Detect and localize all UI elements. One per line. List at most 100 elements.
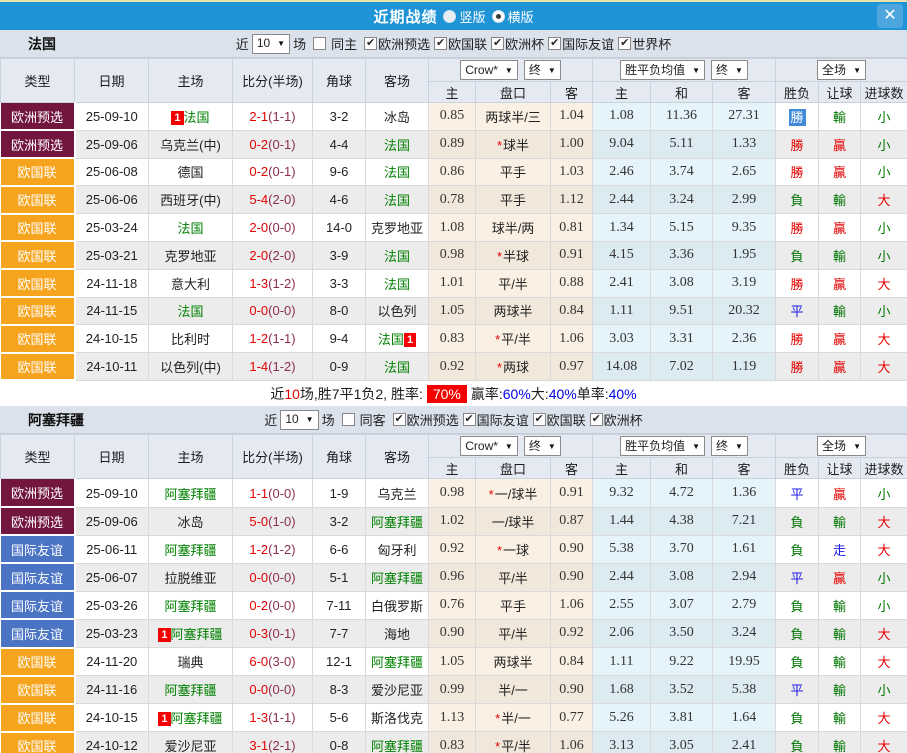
league-filter-item[interactable]: ✔世界杯	[614, 34, 671, 53]
same-side-checkbox[interactable]	[313, 37, 326, 50]
cell-odds-away: 1.00	[551, 130, 593, 158]
league-filter-checkbox[interactable]: ✔	[463, 413, 476, 426]
layout-radio-horizontal[interactable]: 横版	[488, 7, 534, 26]
near-count-select[interactable]: 10 ▼	[252, 34, 290, 54]
cell-handicap-result: 輸	[819, 241, 861, 269]
radio-selected-icon[interactable]	[492, 10, 505, 23]
company-select[interactable]: Crow*▼	[460, 436, 518, 456]
red-number-badge: 1	[158, 712, 170, 726]
cell-corners: 9-4	[313, 325, 366, 353]
scope-select[interactable]: 全场▼	[817, 60, 866, 80]
avg-final-select[interactable]: 终▼	[711, 436, 748, 456]
cell-goals-result: 大	[861, 619, 907, 647]
radio-horizontal-label[interactable]: 横版	[508, 7, 534, 26]
team-label: 阿塞拜疆	[371, 571, 423, 586]
radio-icon[interactable]	[443, 10, 456, 23]
team-label: 爱沙尼亚	[371, 683, 423, 698]
league-filter-item[interactable]: ✔欧洲预选	[389, 410, 459, 429]
league-filter-checkbox[interactable]: ✔	[618, 37, 631, 50]
sub-column-header: 和	[651, 82, 713, 103]
sub-column-header: 主	[429, 458, 476, 479]
avg-select[interactable]: 胜平负均值▼	[620, 436, 705, 456]
match-row: 国际友谊25-06-07拉脱维亚0-0(0-0)5-1阿塞拜疆0.96平/半0.…	[1, 563, 907, 591]
match-row: 国际友谊25-03-231阿塞拜疆0-3(0-1)7-7海地0.90平/半0.9…	[1, 619, 907, 647]
league-badge: 欧洲预选	[1, 479, 75, 507]
avg-final-select[interactable]: 终▼	[711, 60, 748, 80]
cell-handicap-result: 輸	[819, 732, 861, 753]
cell-score: 1-1(0-0)	[233, 479, 313, 507]
team-label: 阿塞拜疆	[371, 515, 423, 530]
team-label: 乌克兰(中)	[160, 138, 221, 153]
cell-away-team: 法国	[366, 186, 429, 214]
layout-radio-vertical[interactable]: 竖版	[439, 7, 485, 26]
near-count-value: 10	[285, 411, 298, 428]
cell-score: 3-1(2-1)	[233, 732, 313, 753]
league-filters: ✔欧洲预选✔国际友谊✔欧国联✔欧洲杯	[389, 410, 643, 429]
cell-score: 5-4(2-0)	[233, 186, 313, 214]
league-badge: 欧国联	[1, 353, 75, 381]
cell-handicap-result: 輸	[819, 619, 861, 647]
match-row: 欧国联24-10-11以色列(中)1-4(1-2)0-9法国0.92*两球0.9…	[1, 353, 907, 381]
cell-odds-away: 1.06	[551, 325, 593, 353]
cell-corners: 1-9	[313, 479, 366, 507]
near-count-select[interactable]: 10 ▼	[280, 410, 318, 430]
radio-vertical-label[interactable]: 竖版	[459, 7, 485, 26]
avg-select[interactable]: 胜平负均值▼	[620, 60, 705, 80]
cell-avg-draw: 3.70	[651, 535, 713, 563]
league-filter-checkbox[interactable]: ✔	[548, 37, 561, 50]
sub-column-header: 客	[713, 82, 776, 103]
recent-matches-table: 类型日期主场比分(半场)角球客场Crow*▼终▼胜平负均值▼终▼全场▼主盘口客主…	[0, 58, 907, 381]
odds-final-select[interactable]: 终▼	[524, 60, 561, 80]
match-row: 欧国联25-06-08德国0-2(0-1)9-6法国0.86平手1.032.46…	[1, 158, 907, 186]
league-filter-checkbox[interactable]: ✔	[434, 37, 447, 50]
league-filter-item[interactable]: ✔欧国联	[529, 410, 586, 429]
league-filter-checkbox[interactable]: ✔	[590, 413, 603, 426]
cell-goals-result: 小	[861, 563, 907, 591]
cell-avg-home: 9.32	[593, 479, 651, 507]
league-badge: 欧国联	[1, 732, 75, 753]
company-select[interactable]: Crow*▼	[460, 60, 518, 80]
league-filter-item[interactable]: ✔国际友谊	[459, 410, 529, 429]
cell-avg-home: 4.15	[593, 241, 651, 269]
sub-column-header: 胜负	[776, 458, 819, 479]
cell-corners: 8-3	[313, 676, 366, 704]
cell-date: 24-11-15	[75, 297, 149, 325]
league-filter-checkbox[interactable]: ✔	[533, 413, 546, 426]
cell-date: 25-06-07	[75, 563, 149, 591]
cell-avg-home: 3.03	[593, 325, 651, 353]
league-filter-item[interactable]: ✔欧国联	[430, 34, 487, 53]
scope-group-header: 全场▼	[776, 435, 907, 458]
league-filter-item[interactable]: ✔欧洲预选	[360, 34, 430, 53]
league-filter-label: 欧国联	[448, 34, 487, 53]
cell-odds-away: 1.06	[551, 591, 593, 619]
league-filter-checkbox[interactable]: ✔	[491, 37, 504, 50]
cell-avg-draw: 3.36	[651, 241, 713, 269]
team-label: 法国	[384, 165, 410, 180]
cell-home-team: 乌克兰(中)	[149, 130, 233, 158]
league-filter-checkbox[interactable]: ✔	[364, 37, 377, 50]
cell-date: 25-06-11	[75, 535, 149, 563]
odds-final-select[interactable]: 终▼	[524, 436, 561, 456]
same-side-checkbox[interactable]	[342, 413, 355, 426]
chevron-down-icon: ▼	[692, 62, 700, 79]
cell-home-team: 冰岛	[149, 507, 233, 535]
league-badge: 欧国联	[1, 325, 75, 353]
cell-odds-away: 1.12	[551, 186, 593, 214]
league-badge: 欧国联	[1, 214, 75, 242]
cell-avg-home: 9.04	[593, 130, 651, 158]
league-filter-item[interactable]: ✔欧洲杯	[487, 34, 544, 53]
cell-away-team: 法国	[366, 158, 429, 186]
cell-corners: 12-1	[313, 648, 366, 676]
scope-select[interactable]: 全场▼	[817, 436, 866, 456]
cell-date: 24-11-16	[75, 676, 149, 704]
cell-odds-home: 0.99	[429, 676, 476, 704]
league-filter-checkbox[interactable]: ✔	[393, 413, 406, 426]
league-filter-item[interactable]: ✔国际友谊	[544, 34, 614, 53]
cell-goals-result: 小	[861, 676, 907, 704]
close-button[interactable]: ✕	[877, 4, 903, 28]
odds-group-header: Crow*▼ 终▼	[429, 59, 593, 82]
cell-avg-home: 2.46	[593, 158, 651, 186]
chevron-down-icon: ▼	[853, 62, 861, 79]
league-filter-item[interactable]: ✔欧洲杯	[586, 410, 643, 429]
league-badge: 欧国联	[1, 648, 75, 676]
